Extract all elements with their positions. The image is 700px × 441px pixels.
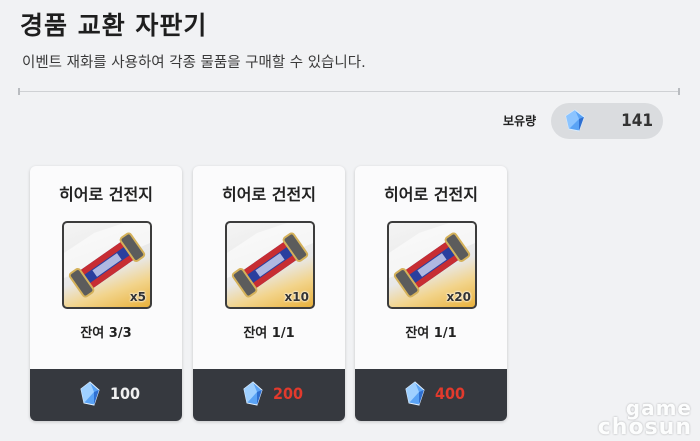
item-name: 히어로 건전지 bbox=[222, 185, 316, 204]
blue-crystal-icon bbox=[78, 381, 102, 411]
blue-crystal-icon bbox=[241, 381, 265, 411]
item-slot: x10 bbox=[225, 221, 315, 309]
page-title: 경품 교환 자판기 bbox=[20, 11, 208, 40]
balance-label: 보유량 bbox=[503, 114, 537, 128]
page-subtitle: 이벤트 재화를 사용하여 각종 물품을 구매할 수 있습니다. bbox=[22, 55, 366, 71]
balance-value: 141 bbox=[621, 111, 653, 131]
item-price: 200 bbox=[273, 384, 304, 403]
header-divider bbox=[18, 88, 680, 95]
balance-display: 141 bbox=[551, 103, 663, 139]
item-stock: 잔여 1/1 bbox=[243, 326, 295, 341]
blue-crystal-icon bbox=[403, 381, 427, 411]
buy-button[interactable]: 200 bbox=[193, 369, 345, 421]
buy-button[interactable]: 100 bbox=[30, 369, 182, 421]
item-quantity: x20 bbox=[446, 290, 471, 304]
buy-button[interactable]: 400 bbox=[355, 369, 507, 421]
item-name: 히어로 건전지 bbox=[59, 185, 153, 204]
item-name: 히어로 건전지 bbox=[384, 185, 478, 204]
item-stock: 잔여 1/1 bbox=[405, 326, 457, 341]
item-quantity: x5 bbox=[129, 290, 146, 304]
watermark-line2: chosun bbox=[597, 415, 692, 440]
item-slot: x5 bbox=[62, 221, 152, 309]
item-stock: 잔여 3/3 bbox=[80, 326, 132, 341]
item-quantity: x10 bbox=[284, 290, 309, 304]
shop-item-card[interactable]: 히어로 건전지 x5 잔여 3/3 100 bbox=[30, 166, 182, 421]
blue-crystal-icon bbox=[563, 109, 587, 137]
shop-item-card[interactable]: 히어로 건전지 x20 잔여 1/1 400 bbox=[355, 166, 507, 421]
watermark-logo: game chosun bbox=[597, 398, 692, 440]
shop-item-card[interactable]: 히어로 건전지 x10 잔여 1/1 200 bbox=[193, 166, 345, 421]
item-price: 100 bbox=[110, 384, 141, 403]
item-price: 400 bbox=[435, 384, 466, 403]
item-slot: x20 bbox=[387, 221, 477, 309]
